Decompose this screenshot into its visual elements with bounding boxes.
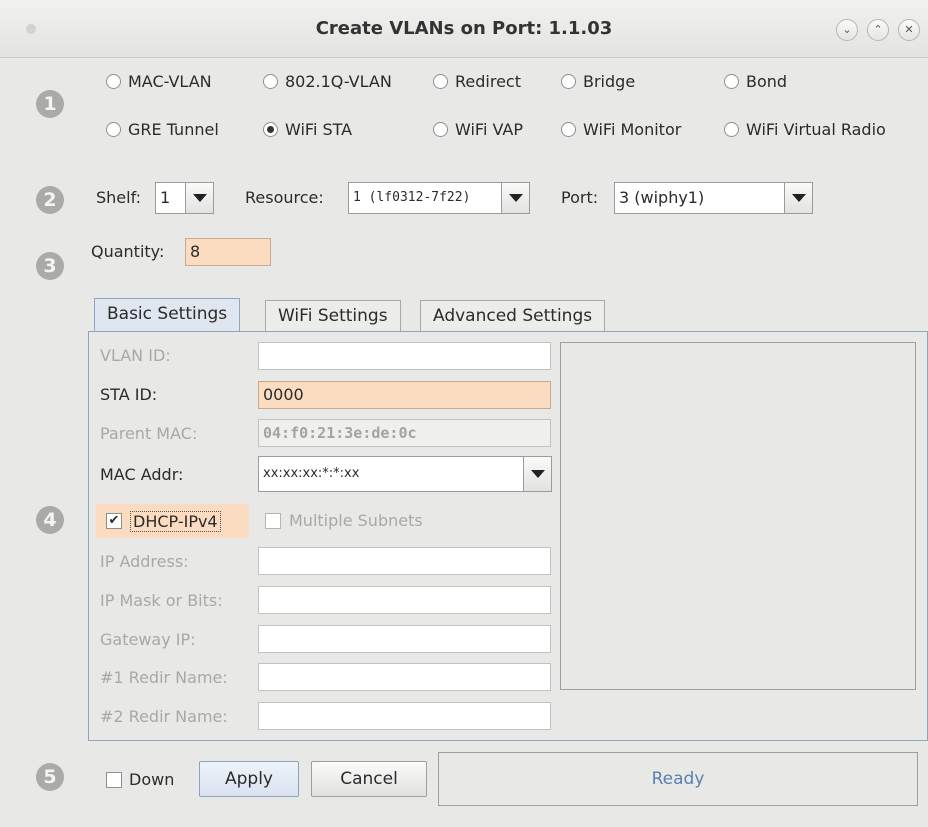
parent-mac-label: Parent MAC: [100, 424, 198, 443]
down-label: Down [129, 770, 175, 789]
radio-redirect[interactable]: Redirect [433, 72, 521, 91]
step-4-icon: 4 [36, 506, 64, 534]
checkmark-icon: ✔ [106, 513, 122, 529]
shelf-select[interactable]: 1 [155, 182, 214, 214]
sta-id-input[interactable]: 0000 [258, 381, 551, 409]
vlan-id-label: VLAN ID: [100, 346, 171, 365]
chevron-down-icon[interactable] [523, 457, 551, 491]
dhcp-ipv4-label: DHCP-IPv4 [130, 510, 221, 532]
port-label: Port: [561, 188, 599, 207]
radio-label: Bond [746, 72, 788, 91]
step-3-icon: 3 [36, 252, 64, 280]
radio-wifi-virtual-radio[interactable]: WiFi Virtual Radio [724, 120, 886, 139]
chevron-down-icon[interactable] [501, 183, 529, 213]
redir2-label: #2 Redir Name: [100, 707, 228, 726]
quantity-input[interactable]: 8 [185, 238, 271, 266]
minimize-icon[interactable]: ⌄ [836, 19, 858, 41]
radio-circle-icon [263, 74, 278, 89]
dhcp-ipv4-checkbox[interactable]: ✔ DHCP-IPv4 [96, 504, 249, 538]
quantity-label: Quantity: [91, 242, 165, 261]
radio-label: Bridge [583, 72, 636, 91]
status-field: Ready [438, 752, 918, 806]
radio-circle-icon [561, 74, 576, 89]
radio-circle-icon [724, 74, 739, 89]
redir1-label: #1 Redir Name: [100, 668, 228, 687]
radio-bridge[interactable]: Bridge [561, 72, 635, 91]
close-icon[interactable]: ✕ [898, 19, 920, 41]
radio-circle-icon [433, 122, 448, 137]
tab-advanced-settings[interactable]: Advanced Settings [420, 300, 606, 332]
radio-label: 802.1Q-VLAN [285, 72, 392, 91]
radio-label: WiFi Virtual Radio [746, 120, 886, 139]
shelf-label: Shelf: [96, 188, 142, 207]
vlan-id-input[interactable] [258, 342, 551, 370]
radio-wifi-vap[interactable]: WiFi VAP [433, 120, 523, 139]
radio-label: WiFi VAP [455, 120, 523, 139]
resource-value: 1 (lf0312-7f22) [353, 190, 471, 205]
radio-selected-icon [263, 122, 278, 137]
step-1-icon: 1 [36, 90, 64, 118]
window-title: Create VLANs on Port: 1.1.03 [315, 18, 613, 39]
maximize-icon[interactable]: ⌃ [867, 19, 889, 41]
shelf-value: 1 [160, 188, 171, 207]
mac-addr-label: MAC Addr: [100, 465, 184, 484]
step-5-icon: 5 [36, 763, 64, 791]
port-select[interactable]: 3 (wiphy1) [614, 182, 813, 214]
radio-circle-icon [561, 122, 576, 137]
tab-basic-settings[interactable]: Basic Settings [94, 298, 241, 332]
cancel-button[interactable]: Cancel [311, 761, 427, 797]
radio-circle-icon [724, 122, 739, 137]
ip-address-input[interactable] [258, 547, 551, 575]
checkbox-icon [106, 771, 122, 788]
redir1-input[interactable] [258, 663, 551, 691]
resource-select[interactable]: 1 (lf0312-7f22) [348, 182, 530, 214]
ip-address-label: IP Address: [100, 552, 189, 571]
parent-mac-field: 04:f0:21:3e:de:0c [258, 419, 551, 447]
radio-circle-icon [106, 122, 121, 137]
ip-mask-label: IP Mask or Bits: [100, 591, 223, 610]
radio-wifi-monitor[interactable]: WiFi Monitor [561, 120, 681, 139]
multiple-subnets-label: Multiple Subnets [289, 511, 423, 530]
apply-button[interactable]: Apply [199, 761, 299, 797]
step-2-icon: 2 [36, 186, 64, 214]
port-value: 3 (wiphy1) [619, 188, 705, 207]
radio-802-1q-vlan[interactable]: 802.1Q-VLAN [263, 72, 392, 91]
radio-label: Redirect [455, 72, 521, 91]
redir2-input[interactable] [258, 702, 551, 730]
radio-gre-tunnel[interactable]: GRE Tunnel [106, 120, 219, 139]
checkbox-icon [265, 512, 281, 529]
radio-mac-vlan[interactable]: MAC-VLAN [106, 72, 212, 91]
radio-label: WiFi STA [285, 120, 353, 139]
multiple-subnets-checkbox[interactable]: Multiple Subnets [265, 511, 423, 530]
mac-addr-select[interactable]: xx:xx:xx:*:*:xx [258, 456, 552, 492]
info-panel [560, 342, 916, 690]
radio-bond[interactable]: Bond [724, 72, 787, 91]
chevron-down-icon[interactable] [784, 183, 812, 213]
ip-mask-input[interactable] [258, 586, 551, 614]
radio-label: MAC-VLAN [128, 72, 212, 91]
radio-label: GRE Tunnel [128, 120, 219, 139]
radio-wifi-sta[interactable]: WiFi STA [263, 120, 352, 139]
down-checkbox[interactable]: Down [106, 770, 174, 789]
radio-circle-icon [433, 74, 448, 89]
radio-label: WiFi Monitor [583, 120, 682, 139]
chevron-down-icon[interactable] [185, 183, 213, 213]
sta-id-label: STA ID: [100, 385, 158, 404]
gateway-ip-input[interactable] [258, 625, 551, 653]
resource-label: Resource: [245, 188, 324, 207]
mac-addr-value: xx:xx:xx:*:*:xx [263, 466, 360, 481]
radio-circle-icon [106, 74, 121, 89]
tab-wifi-settings[interactable]: WiFi Settings [265, 300, 401, 332]
gateway-ip-label: Gateway IP: [100, 630, 196, 649]
